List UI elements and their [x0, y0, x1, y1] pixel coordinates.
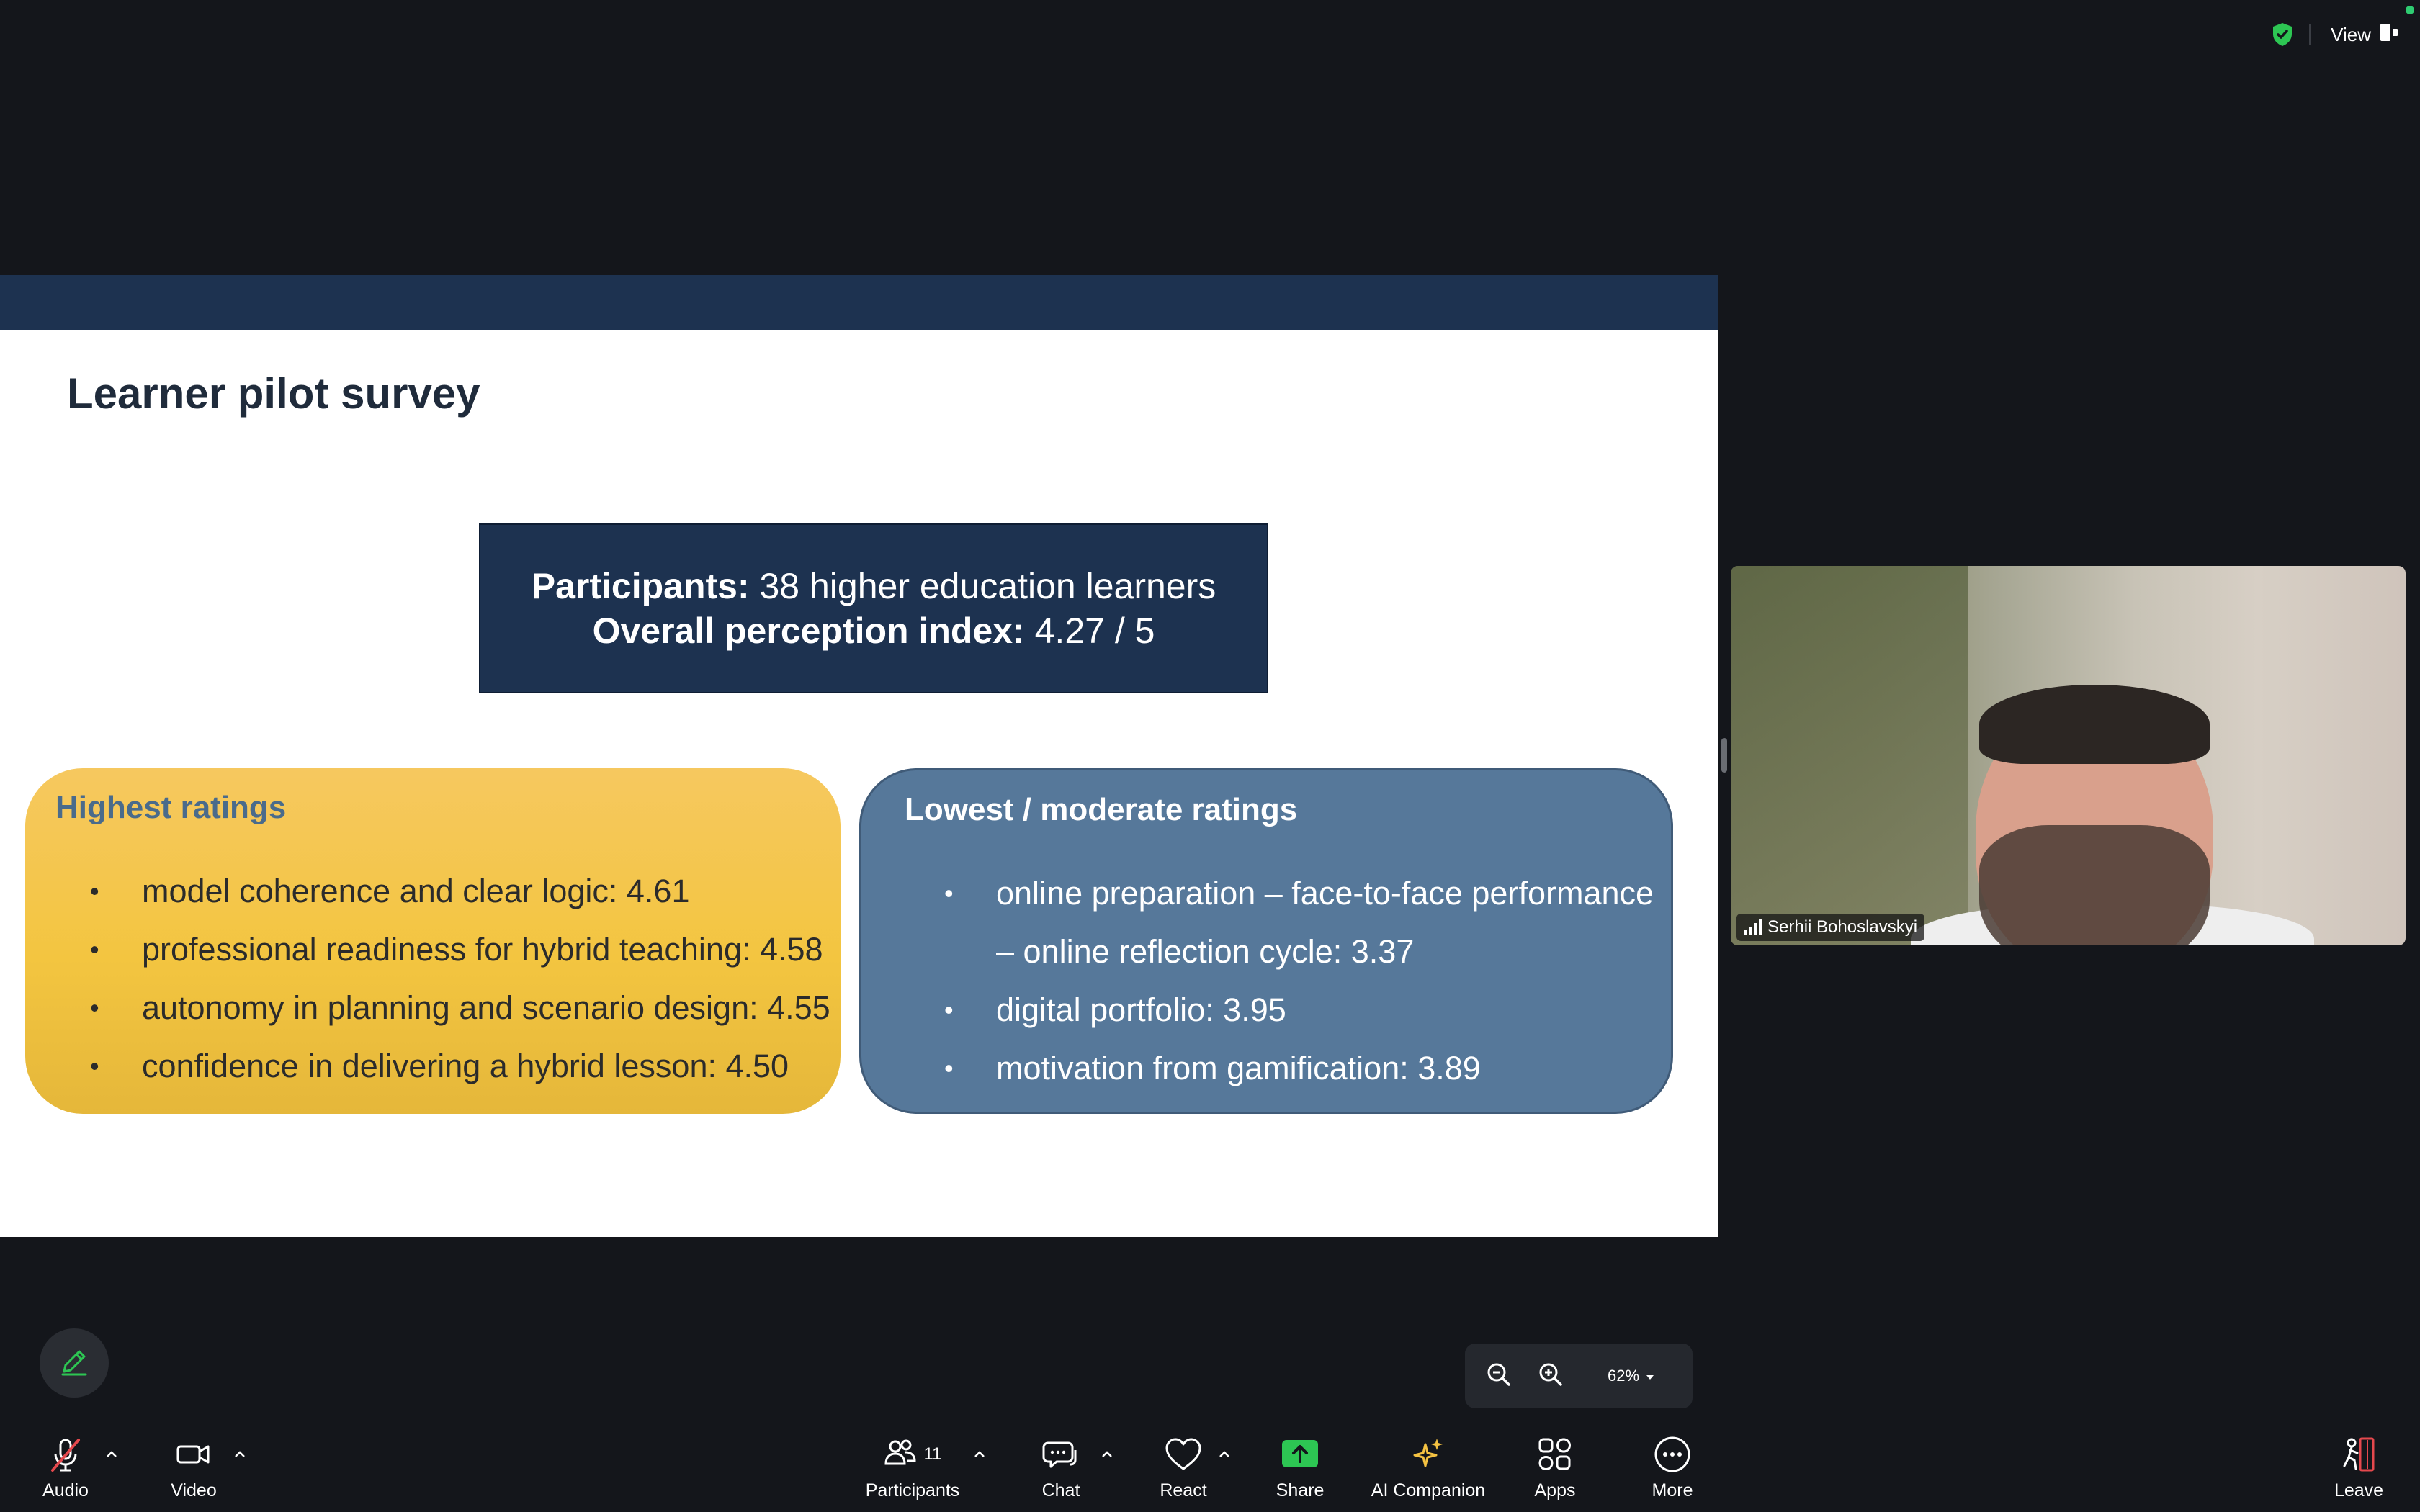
participants-options-caret[interactable]: [969, 1444, 990, 1465]
heart-icon: [1164, 1433, 1203, 1476]
video-person-beard: [1979, 825, 2210, 945]
video-background: [1731, 566, 1968, 945]
top-right-controls: View: [2269, 16, 2406, 53]
annotate-button[interactable]: [40, 1328, 109, 1398]
index-line: Overall perception index: 4.27 / 5: [593, 608, 1155, 653]
list-item: model coherence and clear logic: 4.61: [76, 862, 830, 920]
participant-video-tile[interactable]: Serhii Bohoslavskyi: [1731, 566, 2406, 945]
leave-button[interactable]: Leave: [2301, 1433, 2416, 1501]
list-item: confidence in delivering a hybrid lesson…: [76, 1037, 830, 1095]
video-options-caret[interactable]: [229, 1444, 251, 1465]
share-button[interactable]: Share: [1242, 1433, 1358, 1501]
lowest-ratings-title: Lowest / moderate ratings: [905, 792, 1298, 827]
share-label: Share: [1276, 1480, 1325, 1500]
more-icon: [1653, 1433, 1692, 1476]
participants-value: 38 higher education learners: [749, 566, 1216, 606]
highest-ratings-title: Highest ratings: [55, 790, 287, 825]
signal-strength-icon: [1744, 919, 1762, 935]
participants-label: Participants:: [531, 566, 750, 606]
zoom-in-button[interactable]: [1525, 1351, 1576, 1401]
participants-line: Participants: 38 higher education learne…: [532, 564, 1216, 608]
chat-label: Chat: [1041, 1480, 1080, 1500]
muted-microphone-icon: [45, 1433, 86, 1476]
apps-button[interactable]: Apps: [1497, 1433, 1613, 1501]
participants-label: Participants: [865, 1480, 960, 1500]
zoom-out-icon: [1485, 1361, 1512, 1392]
ai-companion-button[interactable]: AI Companion: [1371, 1433, 1486, 1501]
react-options-caret[interactable]: [1214, 1444, 1235, 1465]
participants-icon: [884, 1436, 917, 1473]
more-label: More: [1652, 1480, 1693, 1500]
zoom-control: 62%: [1465, 1344, 1693, 1408]
status-dot: [2406, 6, 2414, 14]
encryption-shield-icon[interactable]: [2269, 21, 2296, 48]
lowest-ratings-list: online preparation – face-to-face perfor…: [930, 864, 1657, 1097]
list-item: online preparation – face-to-face perfor…: [930, 864, 1657, 981]
index-value: 4.27 / 5: [1024, 611, 1155, 651]
list-item: professional readiness for hybrid teachi…: [76, 920, 830, 978]
chat-options-caret[interactable]: [1096, 1444, 1118, 1465]
apps-grid-icon: [1536, 1433, 1574, 1476]
apps-label: Apps: [1534, 1480, 1576, 1500]
zoom-in-icon: [1537, 1361, 1564, 1392]
view-label: View: [2331, 23, 2371, 45]
slide-title: Learner pilot survey: [67, 369, 480, 418]
ai-companion-label: AI Companion: [1371, 1480, 1486, 1500]
summary-box: Participants: 38 higher education learne…: [479, 523, 1268, 693]
leave-icon: [2339, 1433, 2379, 1476]
slide-header-band: [0, 275, 1718, 330]
highest-ratings-list: model coherence and clear logic: 4.61 pr…: [76, 862, 830, 1095]
pencil-icon: [58, 1346, 90, 1381]
sparkle-icon: [1410, 1433, 1447, 1476]
shared-slide: Learner pilot survey Participants: 38 hi…: [0, 275, 1718, 1237]
chevron-down-icon: [1645, 1367, 1655, 1385]
topbar-divider: [2309, 24, 2311, 45]
lowest-ratings-card: Lowest / moderate ratings online prepara…: [859, 768, 1673, 1114]
react-label: React: [1160, 1480, 1207, 1500]
zoom-out-button[interactable]: [1474, 1351, 1524, 1401]
participant-name: Serhii Bohoslavskyi: [1767, 917, 1918, 937]
participants-icon-group: 11: [884, 1433, 942, 1476]
panel-resize-handle[interactable]: [1721, 738, 1727, 773]
audio-options-caret[interactable]: [101, 1444, 122, 1465]
participants-count: 11: [923, 1444, 942, 1464]
leave-label: Leave: [2334, 1480, 2384, 1500]
view-layout-icon: [2380, 22, 2398, 48]
video-label: Video: [171, 1480, 217, 1500]
video-camera-icon: [174, 1433, 214, 1476]
index-label: Overall perception index:: [592, 611, 1025, 651]
audio-label: Audio: [42, 1480, 89, 1500]
list-item: motivation from gamification: 3.89: [930, 1039, 1657, 1097]
share-screen-icon: [1280, 1433, 1320, 1476]
view-button[interactable]: View: [2323, 18, 2406, 52]
chat-icon: [1042, 1433, 1080, 1476]
zoom-level: 62%: [1608, 1367, 1640, 1385]
zoom-level-dropdown[interactable]: 62%: [1608, 1367, 1655, 1385]
video-person-hair: [1979, 685, 2210, 764]
participants-button[interactable]: 11 Participants: [855, 1433, 970, 1501]
participant-name-tag: Serhii Bohoslavskyi: [1736, 914, 1925, 941]
highest-ratings-card: Highest ratings model coherence and clea…: [25, 768, 841, 1114]
list-item: autonomy in planning and scenario design…: [76, 978, 830, 1037]
more-button[interactable]: More: [1615, 1433, 1730, 1501]
list-item: digital portfolio: 3.95: [930, 981, 1657, 1039]
